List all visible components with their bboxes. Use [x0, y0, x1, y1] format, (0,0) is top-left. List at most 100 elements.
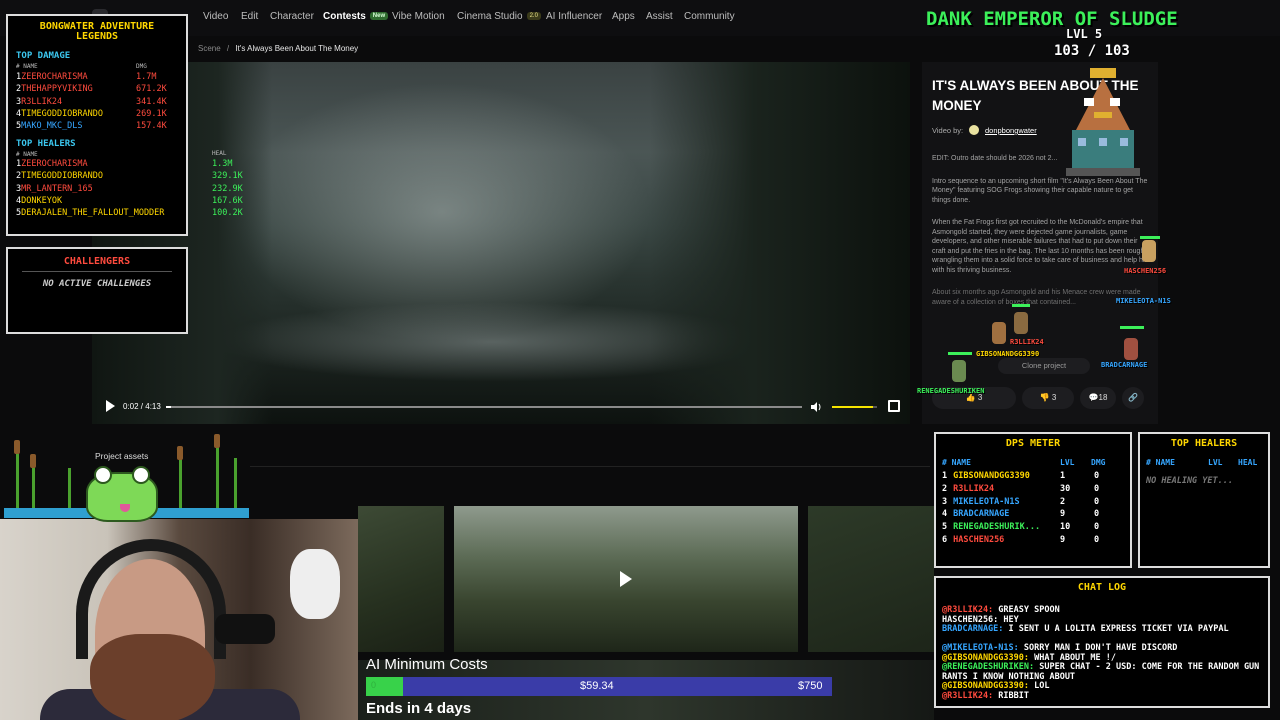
row-rank: 3	[942, 496, 948, 507]
heal-row: 3MR_LANTERN_165	[16, 184, 93, 194]
dps-damage: 0	[1094, 535, 1100, 545]
nav-contests[interactable]: Contests New	[323, 11, 389, 22]
nav-community[interactable]: Community	[684, 11, 735, 22]
unit-name: MIKELEOTA-N1S	[1116, 297, 1171, 305]
frog-tongue	[120, 504, 130, 512]
row-name: ZEEROCHARISMA	[21, 159, 88, 169]
challengers-empty: NO ACTIVE CHALLENGES	[42, 279, 152, 289]
row-rank: 5	[942, 522, 948, 533]
chat-text: SORRY MAN I DON'T HAVE DISCORD	[1018, 643, 1178, 654]
nav-assist[interactable]: Assist	[646, 11, 673, 22]
row-name: TIMEGODDIOBRANDO	[21, 171, 104, 182]
unit-hp-bar	[948, 352, 972, 355]
chat-username: @RENEGADESHURIKEN:	[942, 662, 1035, 673]
asset-thumbnail[interactable]	[358, 506, 444, 652]
volume-slider[interactable]	[832, 406, 877, 408]
reed	[179, 456, 182, 510]
chat-message: BRADCARNAGE: I SENT U A LOLITA EXPRESS T…	[942, 624, 1268, 635]
row-name: DONKEYOK	[21, 195, 63, 206]
dps-row: 5 RENEGADESHURIK...	[942, 522, 1040, 532]
dps-damage: 0	[1094, 471, 1100, 481]
chat-message: @R3LLIK24: RIBBIT	[942, 691, 1268, 702]
heal-row: 2TIMEGODDIOBRANDO	[16, 171, 103, 181]
row-value: 1.7M	[136, 72, 157, 82]
frog-eye	[94, 466, 112, 484]
dps-row: 6 HASCHEN256	[942, 535, 1004, 545]
dps-meter-panel: DPS METER # NAME LVL DMG 1 GIBSONANDGG339…	[934, 432, 1132, 568]
volume-level	[832, 406, 873, 408]
challengers-title: CHALLENGERS	[63, 256, 131, 267]
heal-value: 329.1K	[212, 171, 243, 182]
nav-apps[interactable]: Apps	[612, 11, 635, 22]
unit-name: RENEGADESHURIKEN	[917, 387, 985, 395]
video-player[interactable]	[92, 62, 910, 424]
cost-current-value: $59.34	[580, 680, 614, 692]
chat-username: @GIBSONANDGG3390:	[942, 652, 1029, 663]
dps-row: 1 GIBSONANDGG3390	[942, 471, 1030, 481]
chat-message: @RENEGADESHURIKEN: SUPER CHAT - 2 USD: C…	[942, 663, 1268, 682]
time-display: 0:02 / 4:13	[123, 402, 161, 411]
description-story: When the Fat Frogs first got recruited t…	[932, 219, 1152, 274]
chat-log-panel: CHAT LOG @R3LLIK24: GREASY SPOON HASCHEN2…	[934, 576, 1270, 708]
thumbnail-play-icon[interactable]	[620, 571, 632, 587]
comment-icon: 💬	[1088, 393, 1099, 402]
nav-contests-label: Contests	[323, 11, 366, 22]
heal-value: 167.6K	[212, 195, 243, 206]
share-link-button[interactable]: 🔗	[1122, 387, 1144, 409]
cost-goal-title: AI Minimum Costs	[366, 656, 488, 673]
healers-col-name: # NAME	[1146, 458, 1175, 467]
seek-bar[interactable]	[166, 406, 802, 408]
unit-sprite	[1014, 312, 1028, 334]
nav-character[interactable]: Character	[270, 11, 314, 22]
row-name: TIMEGODDIOBRANDO	[21, 108, 104, 119]
fullscreen-icon[interactable]	[888, 400, 900, 412]
reed	[234, 458, 237, 510]
chat-text: LOL	[1029, 681, 1050, 692]
volume-icon[interactable]	[810, 401, 822, 413]
nav-edit[interactable]: Edit	[241, 11, 258, 22]
nav-ai-influencer[interactable]: AI Influencer	[546, 11, 602, 22]
asset-thumbnail[interactable]	[808, 506, 934, 652]
dps-row: 3 MIKELEOTA-N1S	[942, 497, 1020, 507]
play-icon[interactable]	[106, 400, 115, 412]
nav-vibe-motion[interactable]: Vibe Motion	[392, 11, 445, 22]
row-name: BRADCARNAGE	[953, 509, 1010, 520]
unit-name: HASCHEN256	[1124, 267, 1167, 275]
author-link[interactable]: donpbongwater	[985, 126, 1037, 135]
unit-sprite	[1124, 338, 1138, 360]
description-intro: Intro sequence to an upcoming short film…	[932, 177, 1148, 204]
damage-col-name: # NAME	[16, 63, 38, 70]
dps-meter-title: DPS METER	[1005, 438, 1061, 449]
nav-video[interactable]: Video	[203, 11, 228, 22]
author-avatar[interactable]	[969, 125, 979, 135]
reed	[32, 462, 35, 510]
top-healers-title: TOP HEALERS	[16, 139, 76, 149]
row-name: R3LLIK24	[953, 483, 995, 494]
comments-button[interactable]: 💬18	[1080, 387, 1116, 409]
nav-cinema-studio[interactable]: Cinema Studio 2.0	[457, 11, 541, 22]
row-name: HASCHEN256	[953, 535, 1005, 545]
section-divider	[250, 466, 930, 467]
seek-progress	[166, 406, 172, 408]
comment-count: 18	[1098, 393, 1108, 402]
cattail	[30, 454, 36, 468]
row-value: 269.1K	[136, 108, 167, 119]
damage-col-dmg: DMG	[136, 63, 147, 70]
chat-text: RIBBIT	[993, 691, 1030, 701]
unit-sprite	[952, 360, 966, 382]
dps-level: 9	[1060, 509, 1066, 520]
row-name: R3LLIK24	[21, 96, 63, 107]
challengers-panel: CHALLENGERS NO ACTIVE CHALLENGES	[6, 247, 188, 334]
dps-level: 10	[1060, 522, 1071, 533]
unit-name: GIBSONANDGG3390	[976, 350, 1040, 358]
dislike-button[interactable]: 👎 3	[1022, 387, 1074, 409]
plush-toy	[290, 549, 340, 619]
row-name: MIKELEOTA-N1S	[953, 496, 1020, 507]
webcam-feed	[0, 519, 358, 720]
unit-name: R3LLIK24	[1010, 338, 1044, 346]
clone-project-button[interactable]: Clone project	[998, 358, 1090, 374]
breadcrumb-parent[interactable]: Scene	[198, 44, 221, 53]
healers-col-heal: HEAL	[1238, 458, 1258, 467]
dps-damage: 0	[1094, 483, 1100, 494]
heal-value: 232.9K	[212, 183, 243, 194]
